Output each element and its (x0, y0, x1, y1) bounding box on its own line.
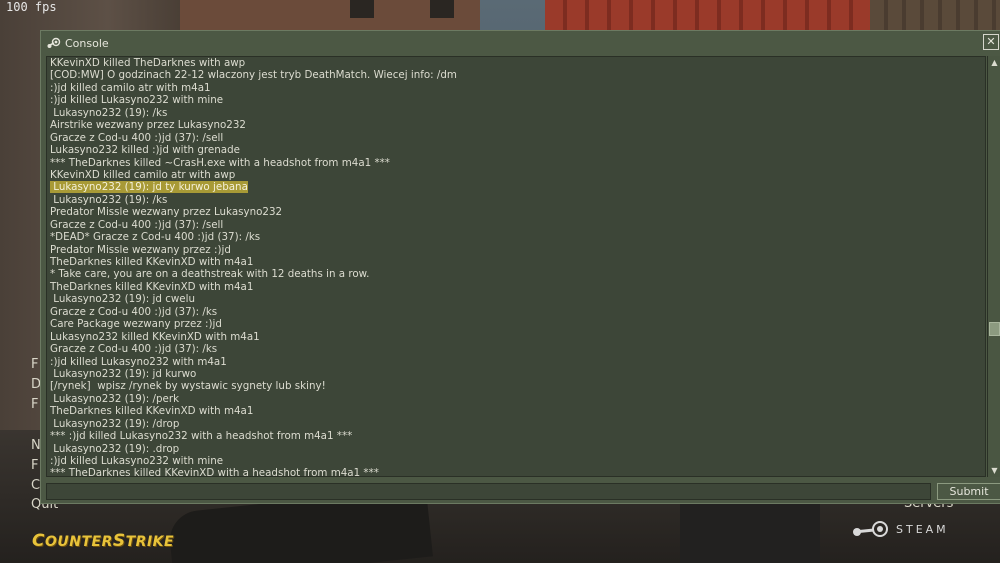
console-log-text: Lukasyno232 (19): jd ty kurwo jebana (50, 181, 248, 194)
console-log-line: Gracze z Cod-u 400 :)jd (37): /sell (50, 132, 457, 144)
console-log-line: KKevinXD killed TheDarknes with awp (50, 57, 457, 69)
console-log-text: *DEAD* Gracze z Cod-u 400 :)jd (37): /ks (50, 231, 261, 244)
submit-button[interactable]: Submit (937, 483, 1000, 500)
console-log-line: KKevinXD killed camilo atr with awp (50, 169, 457, 181)
console-log-text: Lukasyno232 (19): /ks (50, 193, 168, 206)
console-log-line: [/rynek] wpisz /rynek by wystawic sygnet… (50, 380, 457, 392)
console-log-text: *** TheDarknes killed ~CrasH.exe with a … (50, 156, 390, 169)
console-titlebar[interactable]: Console (41, 31, 1000, 55)
console-log-text: KKevinXD killed camilo atr with awp (50, 168, 236, 181)
console-log-line: *** TheDarknes killed ~CrasH.exe with a … (50, 157, 457, 169)
steam-icon (47, 37, 61, 49)
steam-logo: STEAM (852, 520, 949, 538)
menu-item-peek[interactable]: F (31, 357, 38, 372)
console-log-text: Lukasyno232 (19): /drop (50, 417, 180, 430)
console-log-line: TheDarknes killed KKevinXD with m4a1 (50, 256, 457, 268)
scrollbar-thumb[interactable] (989, 322, 1000, 336)
console-log-line: Care Package wezwany przez :)jd (50, 318, 457, 330)
console-log-line: Lukasyno232 (19): /drop (50, 418, 457, 430)
console-log-line: Lukasyno232 (19): jd kurwo (50, 368, 457, 380)
console-log-line: *** TheDarknes killed KKevinXD with a he… (50, 467, 457, 477)
scroll-up-arrow-icon[interactable]: ▲ (988, 56, 1000, 69)
console-log-text: TheDarknes killed KKevinXD with m4a1 (50, 256, 254, 268)
steam-icon (853, 521, 888, 537)
console-log-text: Gracze z Cod-u 400 :)jd (37): /ks (50, 305, 218, 318)
console-log-text: Care Package wezwany przez :)jd (50, 318, 222, 331)
console-log-text: Lukasyno232 killed KKevinXD with m4a1 (50, 330, 260, 343)
console-log-text: Lukasyno232 (19): .drop (50, 442, 180, 455)
console-log-text: KKevinXD killed TheDarknes with awp (50, 57, 246, 69)
console-log-line: TheDarknes killed KKevinXD with m4a1 (50, 405, 457, 417)
console-log-line: :)jd killed Lukasyno232 with mine (50, 94, 457, 106)
console-log-text: Gracze z Cod-u 400 :)jd (37): /sell (50, 218, 224, 231)
console-log-text: :)jd killed Lukasyno232 with mine (50, 455, 224, 467)
counter-strike-logo: COUNTERSTRIKE (32, 531, 174, 551)
console-log-line: :)jd killed Lukasyno232 with m4a1 (50, 356, 457, 368)
console-log-text: Gracze z Cod-u 400 :)jd (37): /sell (50, 131, 224, 144)
logo-letter: C (32, 531, 45, 551)
logo-word: OUNTER (44, 534, 113, 550)
console-log-text: [COD:MW] O godzinach 22-12 wlaczony jest… (50, 69, 457, 82)
console-log-text: :)jd killed Lukasyno232 with mine (50, 94, 224, 107)
console-log-text: Airstrike wezwany przez Lukasyno232 (50, 119, 246, 132)
console-log-line: *DEAD* Gracze z Cod-u 400 :)jd (37): /ks (50, 231, 457, 243)
console-log-text: Predator Missle wezwany przez Lukasyno23… (50, 206, 283, 219)
console-log-text: Lukasyno232 (19): /perk (50, 392, 180, 405)
steam-label: STEAM (896, 522, 949, 536)
console-log-line: Predator Missle wezwany przez Lukasyno23… (50, 206, 457, 218)
fps-counter: 100 fps (6, 0, 57, 14)
console-log-text: [/rynek] wpisz /rynek by wystawic sygnet… (50, 380, 326, 393)
console-log-text: :)jd killed camilo atr with m4a1 (50, 81, 211, 94)
console-log-text: * Take care, you are on a deathstreak wi… (50, 268, 370, 281)
console-log-text: Lukasyno232 (19): jd cwelu (50, 293, 196, 306)
console-log-line: Lukasyno232 killed :)jd with grenade (50, 144, 457, 156)
menu-item-peek[interactable]: C (31, 478, 40, 493)
console-log-text: Gracze z Cod-u 400 :)jd (37): /ks (50, 343, 218, 356)
console-log-line: :)jd killed Lukasyno232 with mine (50, 455, 457, 467)
console-log-text: :)jd killed Lukasyno232 with m4a1 (50, 355, 227, 368)
console-log-line: Lukasyno232 killed KKevinXD with m4a1 (50, 331, 457, 343)
console-log[interactable]: KKevinXD killed TheDarknes with awp [COD:… (46, 56, 986, 477)
console-log-line: :)jd killed camilo atr with m4a1 (50, 82, 457, 94)
console-log-line: Gracze z Cod-u 400 :)jd (37): /ks (50, 343, 457, 355)
console-log-text: TheDarknes killed KKevinXD with m4a1 (50, 280, 254, 293)
menu-item-peek[interactable]: F (31, 397, 38, 412)
console-log-line: *** :)jd killed Lukasyno232 with a heads… (50, 430, 457, 442)
scroll-down-arrow-icon[interactable]: ▼ (988, 464, 1000, 477)
logo-letter: S (112, 531, 126, 551)
console-log-text: *** :)jd killed Lukasyno232 with a heads… (50, 430, 353, 443)
console-log-line: Lukasyno232 (19): jd ty kurwo jebana (50, 181, 457, 194)
console-log-line: * Take care, you are on a deathstreak wi… (50, 268, 457, 280)
console-log-line: Airstrike wezwany przez Lukasyno232 (50, 119, 457, 131)
console-log-line: TheDarknes killed KKevinXD with m4a1 (50, 281, 457, 293)
console-log-text: Lukasyno232 (19): /ks (50, 106, 168, 119)
console-command-input[interactable] (46, 483, 931, 500)
console-log-line: Lukasyno232 (19): jd cwelu (50, 293, 457, 305)
console-title: Console (65, 36, 109, 50)
menu-item-peek[interactable]: F (31, 458, 38, 473)
console-log-text: TheDarknes killed KKevinXD with m4a1 (50, 405, 254, 418)
console-log-line: Gracze z Cod-u 400 :)jd (37): /sell (50, 219, 457, 231)
logo-word: TRIKE (125, 534, 175, 550)
console-scrollbar[interactable]: ▲ ▼ (987, 56, 1000, 477)
console-log-text: *** TheDarknes killed KKevinXD with a he… (50, 467, 379, 477)
console-log-text: Predator Missle wezwany przez :)jd (50, 243, 231, 256)
console-log-lines: KKevinXD killed TheDarknes with awp [COD:… (50, 57, 457, 477)
console-log-line: Lukasyno232 (19): .drop (50, 443, 457, 455)
console-log-line: Predator Missle wezwany przez :)jd (50, 244, 457, 256)
console-log-line: Lukasyno232 (19): /perk (50, 393, 457, 405)
console-log-line: Lukasyno232 (19): /ks (50, 194, 457, 206)
console-log-line: Lukasyno232 (19): /ks (50, 107, 457, 119)
close-button[interactable]: ✕ (983, 34, 999, 50)
console-log-text: Lukasyno232 killed :)jd with grenade (50, 144, 240, 157)
console-window[interactable]: Console ✕ KKevinXD killed TheDarknes wit… (40, 30, 1000, 504)
console-log-text: Lukasyno232 (19): jd kurwo (50, 367, 197, 380)
console-log-line: Gracze z Cod-u 400 :)jd (37): /ks (50, 306, 457, 318)
console-log-line: [COD:MW] O godzinach 22-12 wlaczony jest… (50, 69, 457, 81)
